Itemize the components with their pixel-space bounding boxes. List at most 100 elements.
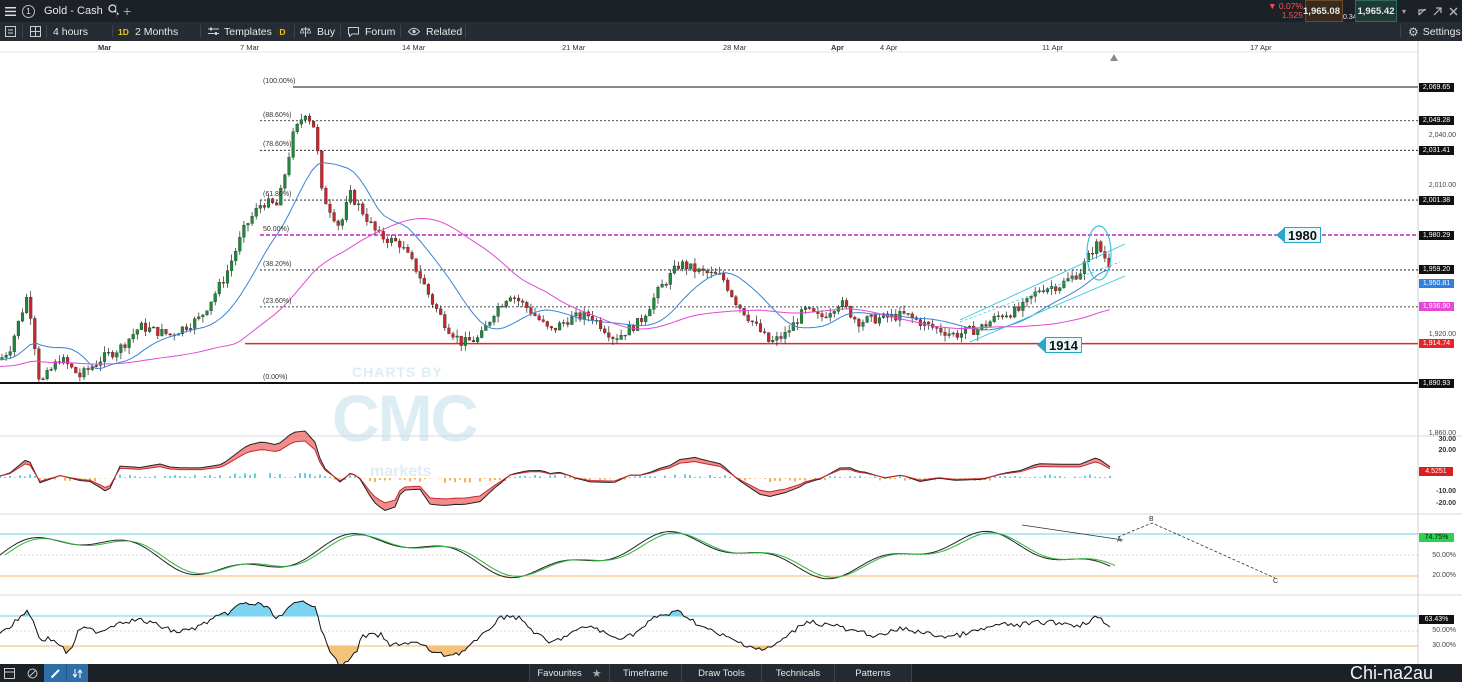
candle-body bbox=[517, 297, 521, 302]
instrument-slot[interactable]: 1 Gold - Cash bbox=[22, 0, 119, 22]
timeframe-tab[interactable]: Timeframe bbox=[609, 664, 681, 682]
divider bbox=[294, 25, 295, 38]
buy-price: 1,965.42 bbox=[1357, 5, 1395, 17]
dropdown-icon[interactable]: ▾ bbox=[1402, 0, 1406, 22]
arrows-icon[interactable] bbox=[66, 664, 88, 682]
candle-body bbox=[422, 277, 426, 285]
related-button[interactable]: Related bbox=[408, 22, 462, 41]
candle-body bbox=[877, 317, 881, 324]
candle-body bbox=[652, 297, 656, 310]
candle-body bbox=[139, 322, 143, 330]
candle-body bbox=[90, 366, 94, 370]
candle-body bbox=[41, 378, 45, 381]
candle-body bbox=[709, 271, 713, 274]
price-chart[interactable] bbox=[0, 41, 1462, 664]
plus-icon[interactable]: + bbox=[123, 0, 131, 22]
candle-body bbox=[1017, 306, 1021, 311]
layout-icon[interactable] bbox=[4, 664, 15, 682]
candle-body bbox=[845, 300, 849, 307]
channel-line-mid bbox=[959, 261, 1121, 323]
candle-body bbox=[1099, 241, 1103, 252]
technicals-tab[interactable]: Technicals bbox=[761, 664, 834, 682]
draw-tools-tab[interactable]: Draw Tools bbox=[681, 664, 761, 682]
candle-body bbox=[525, 302, 529, 308]
patterns-tab[interactable]: Patterns bbox=[834, 664, 912, 682]
candle-body bbox=[935, 327, 939, 329]
buy-button[interactable]: Buy bbox=[300, 22, 335, 41]
candle-body bbox=[275, 202, 279, 206]
draw-mode-badge[interactable]: D bbox=[276, 25, 289, 38]
pencil-icon[interactable] bbox=[44, 664, 66, 682]
candle-body bbox=[558, 322, 562, 331]
candle-body bbox=[537, 315, 541, 320]
favourites-tab[interactable]: Favourites ★ bbox=[529, 664, 609, 682]
forum-button[interactable]: Forum bbox=[348, 22, 395, 41]
price-axis-tick: 2,040.00 bbox=[1428, 132, 1456, 140]
candle-body bbox=[607, 332, 611, 338]
layout-grid-icon[interactable] bbox=[30, 22, 41, 41]
price-axis-box: 1,980.29 bbox=[1419, 230, 1454, 240]
templates-button[interactable]: Templates bbox=[208, 22, 272, 41]
candle-body bbox=[619, 335, 623, 340]
candle-body bbox=[45, 370, 49, 380]
rsi-line bbox=[0, 600, 1111, 664]
candle-body bbox=[656, 287, 660, 299]
stoch-value-box: 74.75% bbox=[1419, 533, 1454, 542]
candle-body bbox=[135, 329, 139, 335]
macd-signal-line bbox=[0, 440, 1111, 504]
buy-label: Buy bbox=[317, 25, 336, 38]
settings-button[interactable]: ⚙ Settings bbox=[1408, 22, 1461, 41]
candle-body bbox=[1091, 253, 1095, 255]
candle-body bbox=[94, 365, 98, 367]
candle-body bbox=[205, 310, 209, 316]
interval-selector[interactable]: 4 hours bbox=[53, 22, 88, 41]
candle-body bbox=[312, 121, 316, 128]
candle-body bbox=[804, 307, 808, 310]
candle-body bbox=[480, 330, 484, 338]
candle-body bbox=[644, 315, 648, 322]
scale-icon bbox=[300, 26, 311, 37]
candle-body bbox=[168, 333, 172, 336]
buy-price-button[interactable]: 1,965.42 bbox=[1355, 0, 1397, 22]
price-axis-tick: 2,010.00 bbox=[1428, 181, 1456, 189]
candle-body bbox=[258, 205, 262, 209]
channel-line-lower bbox=[969, 275, 1126, 343]
candle-body bbox=[230, 260, 234, 271]
close-icon[interactable] bbox=[1449, 0, 1458, 22]
abc-pattern-label: C bbox=[1273, 578, 1279, 585]
candle-body bbox=[570, 315, 574, 325]
hide-icon[interactable] bbox=[27, 664, 39, 682]
candle-body bbox=[676, 265, 681, 269]
candle-body bbox=[238, 237, 242, 252]
forum-label: Forum bbox=[365, 25, 396, 38]
candle-body bbox=[775, 336, 779, 341]
price-axis-box: 2,031.41 bbox=[1419, 145, 1454, 155]
stoch-trendline bbox=[1021, 524, 1124, 541]
candle-body bbox=[1029, 296, 1033, 299]
hamburger-menu-icon[interactable] bbox=[5, 0, 17, 22]
fib-label: 50.00%) bbox=[263, 226, 290, 233]
candle-body bbox=[471, 340, 476, 343]
candle-body bbox=[463, 337, 467, 346]
candle-body bbox=[426, 284, 430, 295]
candle-body bbox=[492, 316, 496, 323]
candle-body bbox=[197, 316, 201, 319]
search-icon[interactable] bbox=[108, 4, 119, 18]
candle-body bbox=[283, 174, 287, 189]
candle-body bbox=[504, 300, 508, 307]
macd-cloud bbox=[0, 431, 1110, 511]
candle-body bbox=[500, 305, 504, 308]
sell-button[interactable]: 1,965.08 bbox=[1303, 0, 1343, 22]
date-axis-label: Mar bbox=[98, 43, 112, 52]
candle-body bbox=[324, 188, 328, 205]
candle-body bbox=[1062, 280, 1066, 288]
period-selector[interactable]: 2 Months bbox=[135, 22, 178, 41]
candle-body bbox=[398, 240, 402, 248]
maximize-icon[interactable] bbox=[1433, 0, 1442, 22]
candle-body bbox=[1000, 315, 1004, 318]
candle-body bbox=[980, 324, 984, 330]
list-view-icon[interactable] bbox=[5, 22, 16, 41]
candle-body bbox=[402, 247, 406, 249]
candle-body bbox=[771, 340, 775, 342]
minimize-icon[interactable] bbox=[1418, 0, 1427, 22]
